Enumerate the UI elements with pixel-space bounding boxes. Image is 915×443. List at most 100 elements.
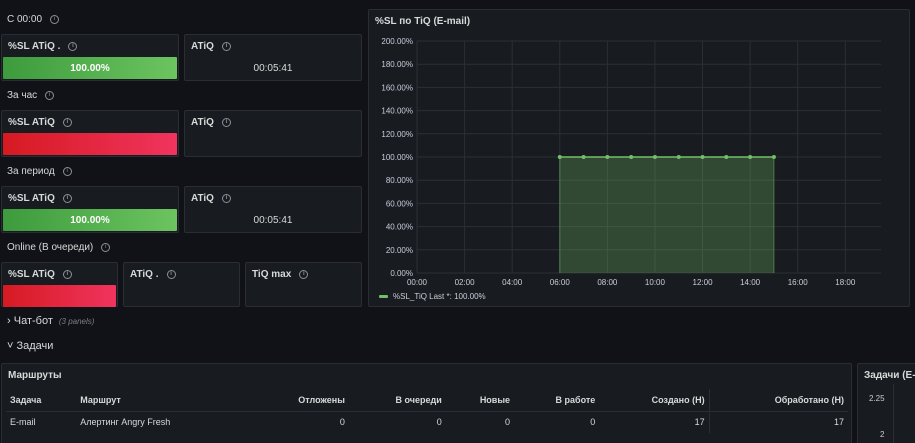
- table-cell: 0: [251, 410, 349, 433]
- info-icon[interactable]: i: [221, 117, 231, 127]
- section-chatbot[interactable]: › Чат-бот (3 panels): [7, 315, 94, 327]
- gauge-bar: 100.00%: [3, 209, 177, 231]
- panel-title: ATiQ i: [191, 193, 231, 204]
- info-icon[interactable]: i: [221, 41, 231, 51]
- legend-label: %SL_TiQ Last *: 100.00%: [393, 292, 486, 301]
- y-tick-label: 60.00%: [386, 199, 413, 208]
- data-point: [771, 155, 776, 159]
- row-title-hour[interactable]: За час i: [7, 90, 55, 101]
- panel-title: ATiQ i: [191, 117, 231, 128]
- section-title: Задачи: [16, 340, 54, 352]
- panel-period-atiq[interactable]: ATiQ i 00:05:41: [184, 186, 362, 233]
- y-tick-label: 180.00%: [381, 60, 413, 69]
- table-cell: 17: [599, 410, 710, 433]
- section-tasks[interactable]: ˅ Задачи: [7, 340, 53, 352]
- chevron-right-icon: ›: [7, 315, 11, 327]
- column-header[interactable]: Маршрут: [76, 389, 251, 411]
- row-title-period[interactable]: За период i: [7, 166, 72, 177]
- stat-value: 00:05:41: [253, 215, 293, 226]
- chevron-down-icon: ˅: [7, 340, 14, 352]
- column-header[interactable]: Создано (Н): [599, 389, 709, 411]
- column-header[interactable]: Задача: [6, 389, 76, 411]
- x-tick-label: 14:00: [740, 278, 761, 287]
- x-tick-label: 00:00: [407, 278, 428, 287]
- row-title-today-label: С 00:00: [7, 14, 43, 25]
- info-icon[interactable]: i: [166, 269, 176, 279]
- column-header[interactable]: В очереди: [349, 389, 446, 411]
- data-point: [605, 155, 610, 159]
- table-cell: E-mail: [6, 410, 77, 433]
- panel-title: %SL ATiQ i: [8, 193, 72, 204]
- axis-line: [893, 384, 894, 443]
- x-tick-label: 08:00: [597, 278, 618, 287]
- row-title-online-label: Online (В очереди): [7, 242, 94, 253]
- row-title-online[interactable]: Online (В очереди) i: [7, 242, 111, 253]
- stat-value: 00:05:41: [253, 63, 293, 74]
- row-title-today[interactable]: С 00:00 i: [7, 14, 60, 25]
- table-cell: Алертинг Angry Fresh: [76, 410, 252, 433]
- x-tick-label: 16:00: [788, 278, 809, 287]
- panel-today-atiq[interactable]: ATiQ i 00:05:41: [184, 34, 362, 81]
- panel-hour-sl[interactable]: %SL ATiQ i: [1, 110, 179, 157]
- info-icon[interactable]: i: [50, 14, 60, 24]
- x-tick-label: 02:00: [455, 278, 476, 287]
- info-icon[interactable]: i: [62, 117, 72, 127]
- info-icon[interactable]: i: [299, 269, 309, 279]
- y-tick-label: 200.00%: [381, 37, 413, 46]
- series-area: [559, 157, 774, 273]
- panel-title: TiQ max i: [252, 269, 309, 280]
- data-point: [557, 155, 562, 159]
- panel-title: %SL ATiQ i: [8, 269, 72, 280]
- y-tick-label: 160.00%: [381, 83, 413, 92]
- panel-today-sl[interactable]: %SL ATiQ .i 100.00%: [1, 34, 179, 81]
- y-tick-label: 20.00%: [386, 246, 413, 255]
- y-tick-label: 40.00%: [386, 223, 413, 232]
- panel-title: %SL ATiQ .i: [8, 41, 78, 52]
- info-icon[interactable]: i: [221, 193, 231, 203]
- y-tick-label: 120.00%: [381, 130, 413, 139]
- legend-swatch: [379, 295, 388, 298]
- panel-online-tiq-max[interactable]: TiQ max i: [245, 262, 362, 307]
- x-tick-label: 12:00: [693, 278, 714, 287]
- section-title: Чат-бот: [13, 315, 53, 327]
- column-header[interactable]: Новые: [446, 389, 514, 411]
- column-header[interactable]: Обработано (Н): [708, 389, 848, 411]
- panel-period-sl[interactable]: %SL ATiQ i 100.00%: [1, 186, 179, 233]
- data-point: [676, 155, 681, 159]
- x-tick-label: 18:00: [835, 278, 856, 287]
- row-title-period-label: За период: [7, 166, 55, 177]
- panel-title: Маршруты: [8, 370, 62, 381]
- info-icon[interactable]: i: [45, 90, 55, 100]
- data-point: [700, 155, 705, 159]
- column-header[interactable]: В работе: [514, 389, 599, 411]
- data-point: [581, 155, 586, 159]
- panel-tasks-email[interactable]: Задачи (E-m 2.25 2: [857, 363, 915, 443]
- info-icon[interactable]: i: [62, 269, 72, 279]
- gauge-bar: [3, 285, 116, 307]
- y-tick-label: 80.00%: [386, 176, 413, 185]
- panel-sl-chart[interactable]: %SL по TiQ (E-mail) 0.00% 20.00% 40.00% 60.…: [368, 9, 910, 307]
- x-tick-label: 06:00: [550, 278, 571, 287]
- sl-chart: 0.00% 20.00% 40.00% 60.00% 80.00% 100.00% 120.…: [379, 37, 881, 301]
- info-icon[interactable]: i: [62, 166, 72, 176]
- y-tick-label: 0.00%: [390, 269, 413, 278]
- info-icon[interactable]: i: [62, 193, 72, 203]
- routes-table: Задача Маршрут Отложены В очереди Новые В раб…: [6, 389, 848, 433]
- panel-routes[interactable]: Маршруты Задача Маршрут Отложены В очереди Н…: [1, 363, 852, 443]
- panel-online-sl[interactable]: %SL ATiQ i: [1, 262, 118, 307]
- y-tick-label: 2: [880, 430, 885, 439]
- table-cell: 17: [708, 410, 848, 433]
- y-tick-label: 2.25: [869, 394, 885, 403]
- panel-title: ATiQ .i: [130, 269, 176, 280]
- panel-title: %SL ATiQ i: [8, 117, 72, 128]
- info-icon[interactable]: i: [101, 242, 111, 252]
- table-cell: 0: [445, 410, 515, 433]
- table-row[interactable]: E-mail Алертинг Angry Fresh 0 0 0 0 17 17: [6, 410, 848, 433]
- panel-title: ATiQ i: [191, 41, 231, 52]
- panel-online-atiq[interactable]: ATiQ .i: [123, 262, 240, 307]
- column-header[interactable]: Отложены: [251, 389, 349, 411]
- info-icon[interactable]: i: [68, 41, 78, 51]
- y-tick-label: 100.00%: [381, 153, 413, 162]
- row-title-hour-label: За час: [7, 90, 38, 101]
- panel-hour-atiq[interactable]: ATiQ i: [184, 110, 362, 157]
